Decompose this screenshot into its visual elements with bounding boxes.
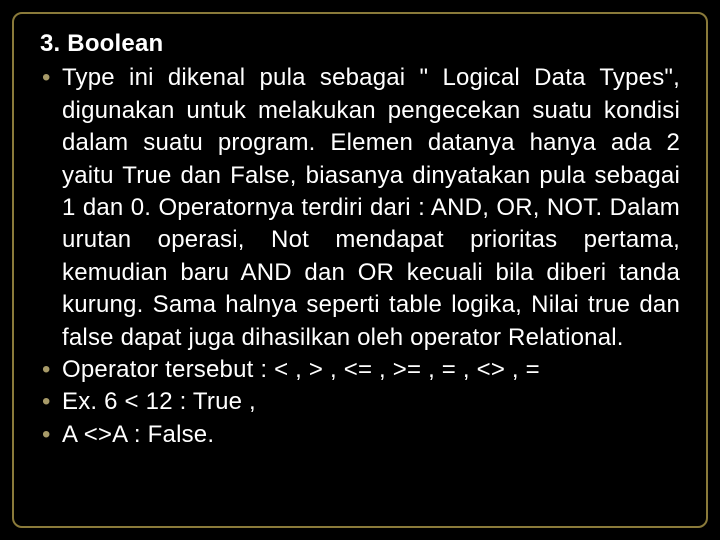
list-item: Operator tersebut : < , > , <= , >= , = … <box>40 354 680 386</box>
bullet-list: Type ini dikenal pula sebagai " Logical … <box>40 62 680 451</box>
slide-frame: 3. Boolean Type ini dikenal pula sebagai… <box>12 12 708 528</box>
list-item: A <>A : False. <box>40 419 680 451</box>
list-item: Ex. 6 < 12 : True , <box>40 386 680 418</box>
slide: 3. Boolean Type ini dikenal pula sebagai… <box>0 0 720 540</box>
list-item: Type ini dikenal pula sebagai " Logical … <box>40 62 680 354</box>
slide-heading: 3. Boolean <box>40 28 680 60</box>
